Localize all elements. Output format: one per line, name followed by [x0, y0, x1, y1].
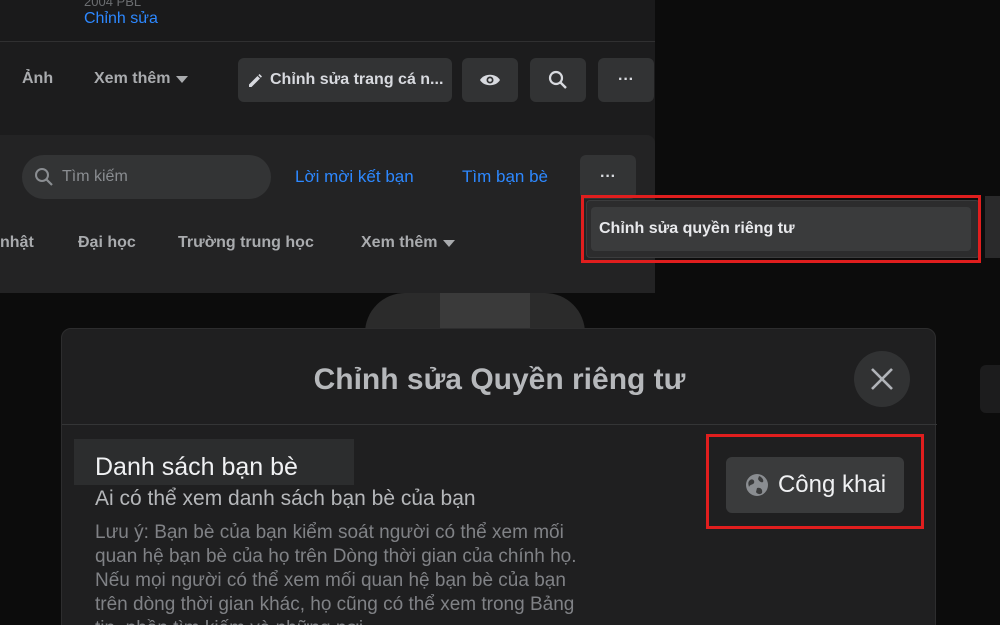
edit-profile-button[interactable]: Chỉnh sửa trang cá n...: [238, 58, 452, 102]
cover-photo-fragment-inner: [440, 293, 530, 333]
view-as-button[interactable]: [462, 58, 518, 102]
close-icon: [871, 368, 893, 390]
friends-tab-recent-label: nhật: [0, 234, 34, 251]
tab-photos[interactable]: Ảnh: [22, 70, 53, 88]
friends-search-placeholder: Tìm kiếm: [62, 168, 128, 185]
profile-info-strip: 2004 PBL Chỉnh sửa: [0, 0, 655, 42]
find-friends-link[interactable]: Tìm bạn bè: [462, 167, 548, 187]
close-button[interactable]: [854, 351, 910, 407]
search-icon: [548, 70, 567, 89]
profile-stub-text: 2004 PBL: [84, 0, 142, 9]
tab-see-more-label: Xem thêm: [94, 70, 171, 87]
modal-divider: [62, 424, 937, 425]
friends-tab-see-more-label: Xem thêm: [361, 234, 438, 251]
friends-card: Tìm kiếm Lời mời kết bạn Tìm bạn bè ··· …: [0, 135, 655, 293]
friends-tab-see-more[interactable]: Xem thêm: [361, 234, 456, 252]
tab-photos-label: Ảnh: [22, 70, 54, 87]
eye-icon: [480, 74, 500, 86]
friends-tab-university-label: Đại học: [78, 234, 136, 251]
search-icon: [35, 168, 53, 186]
edit-link[interactable]: Chỉnh sửa: [84, 10, 158, 28]
profile-header-panel: 2004 PBL Chỉnh sửa Ảnh Xem thêm Chỉnh sử…: [0, 0, 655, 293]
friends-list-heading: Danh sách bạn bè: [95, 453, 298, 481]
edit-profile-label: Chỉnh sửa trang cá n...: [270, 71, 444, 88]
friends-list-subheading: Ai có thể xem danh sách bạn bè của bạn: [95, 487, 476, 510]
friends-tab-university[interactable]: Đại học: [78, 234, 136, 252]
edge-fragment-right: [980, 365, 1000, 413]
pencil-icon: [249, 74, 262, 87]
edge-fragment: [985, 196, 1000, 258]
friends-tab-high-school[interactable]: Trường trung học: [178, 234, 314, 252]
caret-down-icon: [443, 239, 456, 247]
friends-list-note: Lưu ý: Bạn bè của bạn kiểm soát người có…: [95, 522, 577, 625]
friends-tab-high-school-label: Trường trung học: [178, 234, 314, 251]
friends-more-button[interactable]: ···: [580, 155, 636, 199]
profile-more-button[interactable]: ···: [598, 58, 654, 102]
friends-search-input[interactable]: Tìm kiếm: [22, 155, 271, 199]
highlight-box-menu: [581, 195, 981, 263]
profile-search-button[interactable]: [530, 58, 586, 102]
modal-title: Chỉnh sửa Quyền riêng tư: [313, 363, 686, 396]
more-dots-icon: ···: [600, 168, 616, 185]
caret-down-icon: [176, 75, 189, 83]
highlight-box-public: [706, 434, 924, 529]
tab-see-more[interactable]: Xem thêm: [94, 70, 189, 88]
friends-tab-recent[interactable]: nhật: [0, 234, 34, 252]
friend-requests-link[interactable]: Lời mời kết bạn: [295, 167, 414, 187]
more-dots-icon: ···: [618, 71, 634, 88]
